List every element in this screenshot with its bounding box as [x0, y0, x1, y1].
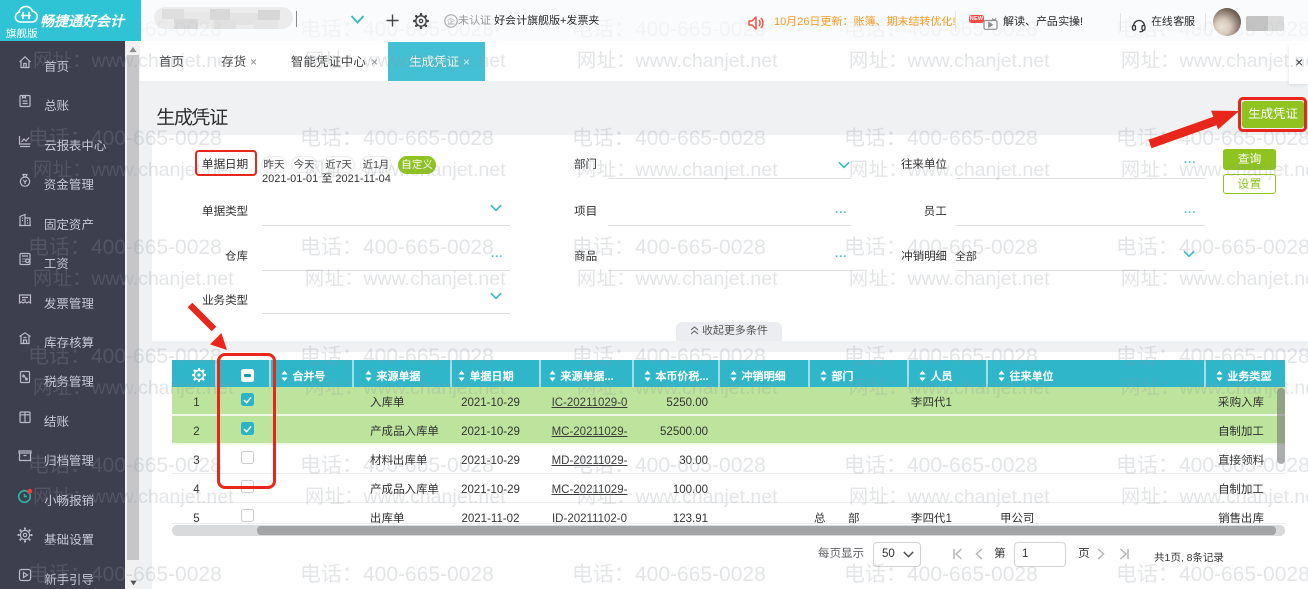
svg-text:企: 企: [446, 16, 455, 27]
